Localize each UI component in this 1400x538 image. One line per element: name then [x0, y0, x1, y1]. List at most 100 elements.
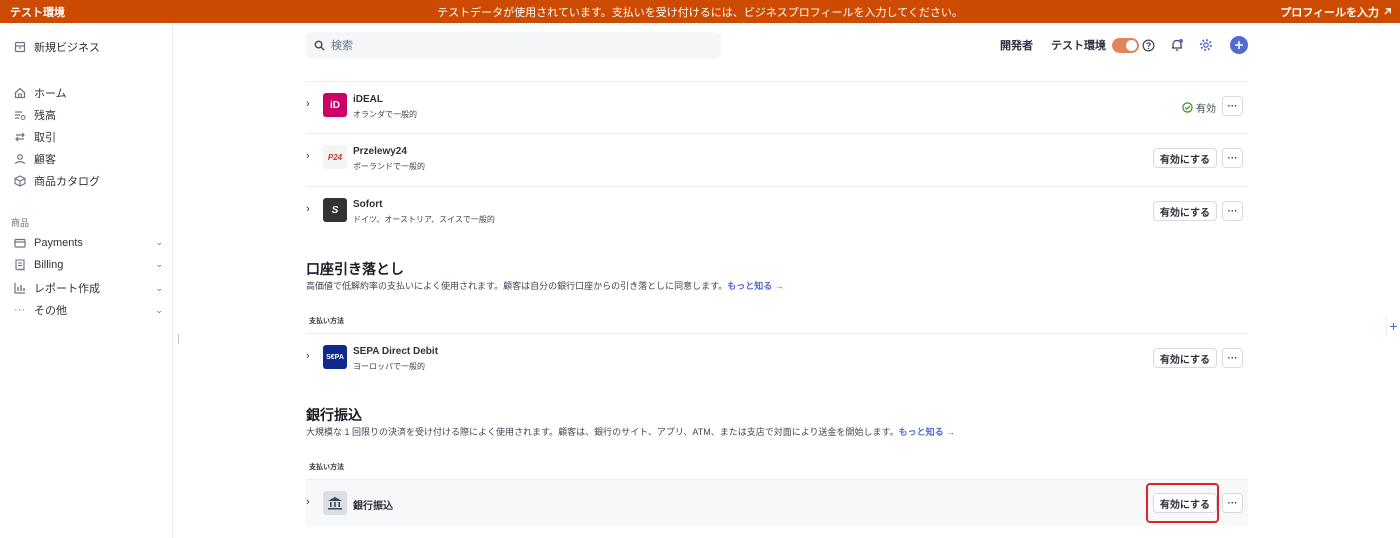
notification-bell-icon[interactable] — [1169, 37, 1185, 53]
test-mode-banner: テスト環境 テストデータが使用されています。支払いを受け付けるには、ビジネスプロ… — [0, 0, 1400, 23]
ellipsis-icon: ··· — [14, 304, 25, 316]
sidebar-item-label: 顧客 — [34, 154, 56, 166]
enable-button[interactable]: 有効にする — [1152, 348, 1217, 368]
sepa-logo-icon: S€PA — [323, 345, 347, 369]
status-badge: 有効 — [1182, 100, 1216, 115]
more-options-button[interactable]: ··· — [1222, 201, 1243, 221]
przelewy24-logo-icon: P24 — [323, 145, 347, 169]
method-name: Sofort — [353, 199, 383, 210]
payment-method-row-przelewy24[interactable]: › P24 Przelewy24 ポーランドで一般的 有効にする ··· — [306, 134, 1248, 180]
sidebar-item-product-catalog[interactable]: 商品カタログ — [13, 173, 163, 189]
highlight-box — [1146, 483, 1219, 523]
chevron-down-icon: ⌄ — [155, 304, 163, 315]
learn-more-link[interactable]: もっと知る → — [899, 427, 956, 437]
method-description: ドイツ、オーストリア、スイスで一般的 — [353, 215, 495, 224]
payment-method-row-ideal[interactable]: › iD iDEAL オランダで一般的 有効 ··· — [306, 82, 1248, 128]
banner-action-label[interactable]: プロフィールを入力 — [1280, 4, 1379, 20]
business-switcher[interactable]: 新規ビジネス — [13, 39, 163, 55]
check-circle-icon — [1182, 102, 1193, 113]
payment-method-row-bank-transfer[interactable]: › 銀行振込 有効にする ··· — [306, 480, 1248, 526]
sidebar-item-transactions[interactable]: 取引 — [13, 129, 163, 145]
chevron-down-icon: ⌄ — [155, 282, 163, 293]
bar-chart-icon — [13, 282, 26, 295]
developer-link[interactable]: 開発者 — [1000, 37, 1033, 53]
method-name: Przelewy24 — [353, 146, 407, 157]
sidebar-section-label: 商品 — [11, 218, 30, 228]
bank-icon — [323, 491, 347, 515]
business-name: 新規ビジネス — [34, 42, 100, 54]
sidebar-item-reports[interactable]: レポート作成 ⌄ — [13, 280, 163, 296]
enable-button[interactable]: 有効にする — [1152, 148, 1217, 168]
payment-methods-subheader: 支払い方法 — [309, 318, 344, 325]
sidebar-item-balance[interactable]: 残高 — [13, 107, 163, 123]
billing-icon — [13, 258, 26, 271]
chevron-right-icon[interactable]: › — [306, 350, 310, 362]
sidebar-resize-handle[interactable] — [178, 334, 179, 344]
create-plus-icon[interactable] — [1230, 36, 1248, 54]
more-options-button[interactable]: ··· — [1222, 96, 1243, 116]
store-icon — [13, 41, 26, 54]
section-title-direct-debit: 口座引き落とし — [306, 261, 404, 277]
more-options-button[interactable]: ··· — [1222, 148, 1243, 168]
arrows-swap-icon — [13, 131, 26, 144]
method-description: ヨーロッパで一般的 — [353, 362, 425, 371]
payments-icon — [13, 236, 26, 249]
header-actions: 開発者 テスト環境 — [1000, 36, 1139, 54]
payment-method-row-sepa[interactable]: › S€PA SEPA Direct Debit ヨーロッパで一般的 有効にする… — [306, 334, 1248, 380]
banner-action-link[interactable]: プロフィールを入力 — [1280, 4, 1392, 20]
method-name: 銀行振込 — [353, 501, 393, 512]
chevron-right-icon[interactable]: › — [306, 98, 310, 110]
chevron-down-icon: ⌄ — [155, 237, 163, 247]
ideal-logo-icon: iD — [323, 93, 347, 117]
sidebar-item-customers[interactable]: 顧客 — [13, 151, 163, 167]
section-description-text: 高価値で低解約率の支払いによく使用されます。顧客は自分の銀行口座からの引き落とし… — [306, 281, 728, 291]
method-description: オランダで一般的 — [353, 110, 417, 119]
section-description: 大規模な 1 回限りの決済を受け付ける際によく使用されます。顧客は、銀行のサイト… — [306, 425, 955, 438]
sofort-logo-icon: S — [323, 198, 347, 222]
balance-icon — [13, 109, 26, 122]
arrow-up-right-icon — [1384, 8, 1391, 15]
side-panel-plus-icon[interactable]: + — [1386, 316, 1400, 336]
search-placeholder: 検索 — [331, 40, 353, 52]
search-icon — [314, 40, 325, 51]
sidebar-item-home[interactable]: ホーム — [13, 85, 163, 101]
method-name: iDEAL — [353, 94, 383, 105]
sidebar-item-label: 残高 — [34, 110, 56, 122]
sidebar-item-label: Billing — [34, 258, 64, 271]
section-title-bank-transfer: 銀行振込 — [306, 407, 362, 423]
sidebar: 新規ビジネス ホーム 残高 取引 顧客 商品カタログ 商品 Payments ⌄… — [0, 23, 173, 538]
enable-button[interactable]: 有効にする — [1152, 201, 1217, 221]
sidebar-item-billing[interactable]: Billing ⌄ — [13, 258, 163, 271]
sidebar-item-label: ホーム — [34, 88, 67, 100]
section-description-text: 大規模な 1 回限りの決済を受け付ける際によく使用されます。顧客は、銀行のサイト… — [306, 427, 899, 437]
banner-message: テストデータが使用されています。支払いを受け付けるには、ビジネスプロフィールを入… — [437, 6, 963, 19]
person-icon — [13, 153, 26, 166]
sidebar-item-label: 商品カタログ — [34, 176, 100, 188]
chevron-down-icon: ⌄ — [155, 259, 163, 269]
chevron-right-icon[interactable]: › — [306, 203, 310, 215]
search-input[interactable]: 検索 — [306, 32, 721, 58]
sidebar-item-label: レポート作成 — [34, 283, 100, 295]
more-options-button[interactable]: ··· — [1222, 348, 1243, 368]
status-text: 有効 — [1196, 104, 1216, 115]
chevron-right-icon[interactable]: › — [306, 150, 310, 162]
sidebar-item-more[interactable]: ··· その他 ⌄ — [13, 302, 163, 318]
box-icon — [13, 175, 26, 188]
sidebar-item-label: Payments — [34, 236, 83, 249]
help-icon[interactable] — [1140, 37, 1156, 53]
test-mode-toggle[interactable] — [1112, 37, 1139, 53]
payment-methods-subheader: 支払い方法 — [309, 464, 344, 471]
method-description: ポーランドで一般的 — [353, 162, 425, 171]
chevron-right-icon[interactable]: › — [306, 496, 310, 508]
learn-more-link[interactable]: もっと知る → — [727, 281, 784, 291]
more-options-button[interactable]: ··· — [1222, 493, 1243, 513]
section-description: 高価値で低解約率の支払いによく使用されます。顧客は自分の銀行口座からの引き落とし… — [306, 279, 784, 292]
sidebar-item-label: 取引 — [34, 132, 56, 144]
gear-icon[interactable] — [1198, 37, 1214, 53]
payment-method-row-sofort[interactable]: › S Sofort ドイツ、オーストリア、スイスで一般的 有効にする ··· — [306, 187, 1248, 233]
test-mode-label: テスト環境 — [1051, 40, 1106, 52]
home-icon — [13, 87, 26, 100]
sidebar-item-label: その他 — [34, 305, 67, 317]
sidebar-item-payments[interactable]: Payments ⌄ — [13, 236, 163, 249]
method-name: SEPA Direct Debit — [353, 346, 439, 357]
